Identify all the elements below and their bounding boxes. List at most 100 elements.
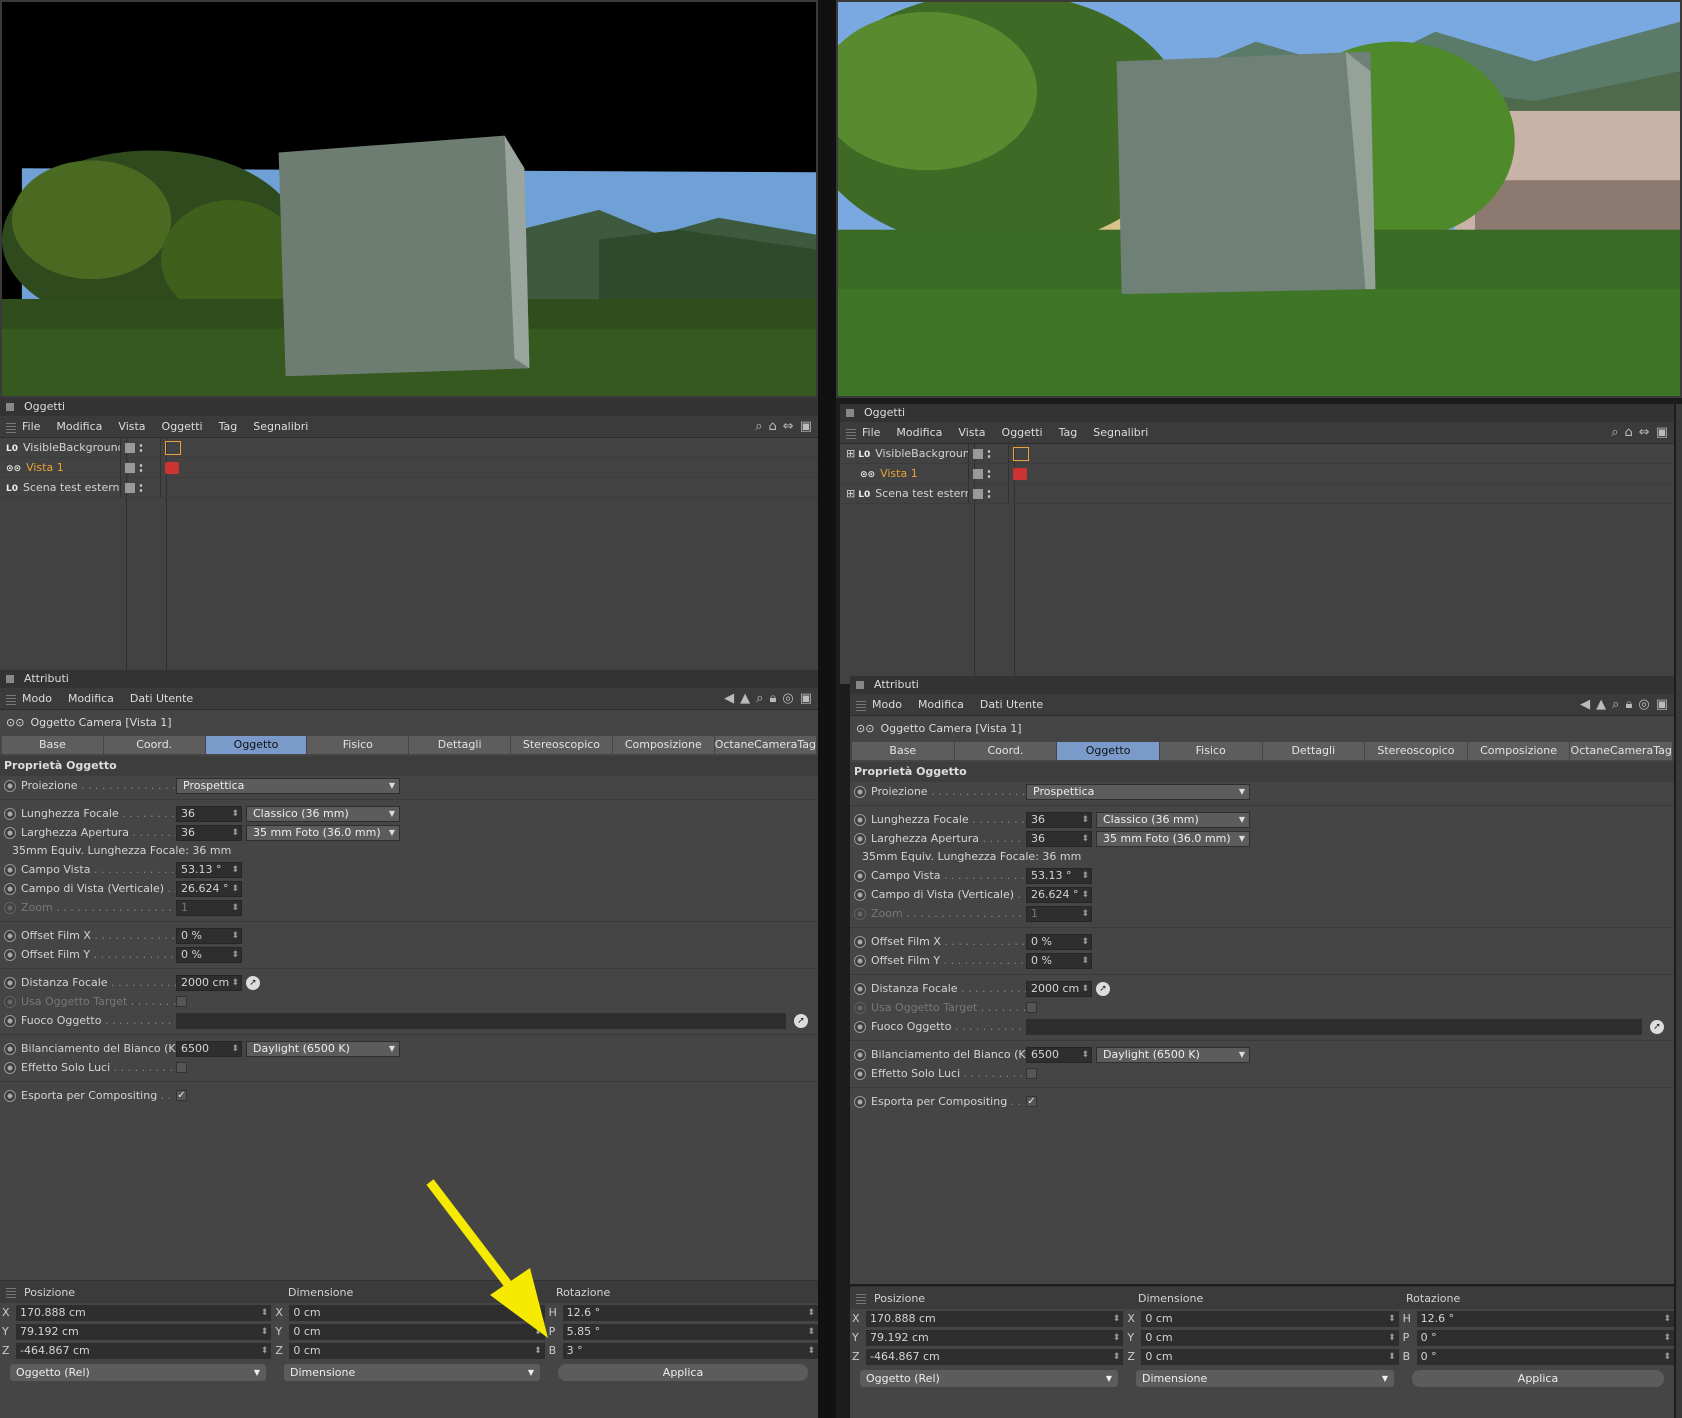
visibility-dots-icon[interactable] xyxy=(987,448,991,459)
bilanciamento-bianco-field[interactable]: 6500 xyxy=(1026,1046,1092,1063)
apply-button[interactable]: Applica xyxy=(1412,1370,1664,1387)
texture-tag-icon[interactable] xyxy=(165,440,181,455)
target-icon[interactable]: ◎ xyxy=(782,691,793,706)
object-row-visiblebackground[interactable]: L0 VisibleBackground xyxy=(0,438,818,458)
lunghezza-focale-field[interactable]: 36 xyxy=(1026,811,1092,828)
viewport-render-right[interactable] xyxy=(836,0,1682,398)
search-icon[interactable]: ⌕ xyxy=(1611,425,1618,440)
animate-radio-icon[interactable] xyxy=(4,1042,16,1055)
animate-radio-icon[interactable] xyxy=(4,826,16,839)
tab-dettagli[interactable]: Dettagli xyxy=(1262,742,1365,760)
animate-radio-icon[interactable] xyxy=(4,948,16,961)
larghezza-apertura-field[interactable]: 36 xyxy=(176,824,242,841)
distanza-focale-field[interactable]: 2000 cm xyxy=(1026,980,1092,997)
tab-base[interactable]: Base xyxy=(852,742,954,760)
pos-x-field[interactable]: 170.888 cm xyxy=(866,1310,1124,1327)
target-icon[interactable]: ◎ xyxy=(1638,697,1649,712)
new-window-icon[interactable]: ▣ xyxy=(800,419,812,434)
pos-y-field[interactable]: 79.192 cm xyxy=(16,1323,272,1340)
menu-tag[interactable]: Tag xyxy=(219,420,238,433)
dim-z-field[interactable]: 0 cm xyxy=(1141,1348,1399,1365)
offset-film-x-field[interactable]: 0 % xyxy=(176,927,242,944)
pos-x-field[interactable]: 170.888 cm xyxy=(16,1304,272,1321)
dim-y-field[interactable]: 0 cm xyxy=(289,1323,545,1340)
campo-vista-field[interactable]: 53.13 ° xyxy=(176,861,242,878)
fuoco-oggetto-link-field[interactable] xyxy=(176,1012,786,1029)
pick-cursor-icon[interactable]: ➚ xyxy=(794,1013,808,1028)
offset-film-y-field[interactable]: 0 % xyxy=(1026,952,1092,969)
texture-tag-icon[interactable] xyxy=(1013,446,1029,461)
tab-oggetto[interactable]: Oggetto xyxy=(205,736,307,754)
animate-radio-icon[interactable] xyxy=(854,785,866,798)
pos-z-field[interactable]: -464.867 cm xyxy=(16,1342,272,1359)
menu-modo[interactable]: Modo xyxy=(22,692,52,705)
campo-vista-verticale-field[interactable]: 26.624 ° xyxy=(1026,886,1092,903)
menu-modifica[interactable]: Modifica xyxy=(56,420,102,433)
animate-radio-icon[interactable] xyxy=(4,882,16,895)
animate-radio-icon[interactable] xyxy=(4,929,16,942)
coord-mode-dropdown[interactable]: Oggetto (Rel) xyxy=(10,1364,266,1381)
lunghezza-focale-field[interactable]: 36 xyxy=(176,805,242,822)
proiezione-dropdown[interactable]: Prospettica xyxy=(176,777,400,794)
dimension-mode-dropdown[interactable]: Dimensione xyxy=(284,1364,540,1381)
animate-radio-icon[interactable] xyxy=(854,935,866,948)
new-window-icon[interactable]: ▣ xyxy=(1656,697,1668,712)
home-icon[interactable]: ⌂ xyxy=(769,419,777,434)
object-row-visiblebackground[interactable]: ⊞ L0 VisibleBackground xyxy=(840,444,1674,464)
pos-y-field[interactable]: 79.192 cm xyxy=(866,1329,1124,1346)
object-row-vista-1[interactable]: ⊙⊙ Vista 1 xyxy=(0,458,818,478)
rot-h-field[interactable]: 12.6 ° xyxy=(1416,1310,1674,1327)
pos-z-field[interactable]: -464.867 cm xyxy=(866,1348,1124,1365)
grip-icon[interactable] xyxy=(846,426,856,439)
layer-icon[interactable] xyxy=(973,488,983,499)
object-row-scena-test-esterni[interactable]: L0 Scena test esterni xyxy=(0,478,818,498)
layer-icon[interactable] xyxy=(973,448,983,459)
new-window-icon[interactable]: ▣ xyxy=(1656,425,1668,440)
animate-radio-icon[interactable] xyxy=(4,1014,16,1027)
grip-icon[interactable] xyxy=(856,698,866,711)
tab-fisico[interactable]: Fisico xyxy=(1159,742,1262,760)
bilanciamento-bianco-field[interactable]: 6500 xyxy=(176,1040,242,1057)
menu-modo[interactable]: Modo xyxy=(872,698,902,711)
menu-oggetti[interactable]: Oggetti xyxy=(162,420,203,433)
tab-octanecameratag[interactable]: OctaneCameraTag xyxy=(1570,742,1672,760)
visibility-dots-icon[interactable] xyxy=(139,462,143,473)
animate-radio-icon[interactable] xyxy=(854,832,866,845)
animate-radio-icon[interactable] xyxy=(4,807,16,820)
layer-icon[interactable] xyxy=(125,442,135,453)
expand-icon[interactable]: ⊞ xyxy=(846,487,855,500)
lock-icon[interactable]: 🔒︎ xyxy=(769,691,776,706)
effetto-solo-luci-checkbox[interactable] xyxy=(1026,1068,1037,1079)
menu-dati-utente[interactable]: Dati Utente xyxy=(130,692,193,705)
rot-p-field[interactable]: 5.85 ° xyxy=(562,1323,818,1340)
animate-radio-icon[interactable] xyxy=(854,1067,866,1080)
offset-film-x-field[interactable]: 0 % xyxy=(1026,933,1092,950)
tab-composizione[interactable]: Composizione xyxy=(612,736,714,754)
tab-base[interactable]: Base xyxy=(2,736,103,754)
menu-vista[interactable]: Vista xyxy=(118,420,145,433)
visibility-dots-icon[interactable] xyxy=(139,442,143,453)
tab-composizione[interactable]: Composizione xyxy=(1467,742,1570,760)
back-arrow-icon[interactable]: ◀ xyxy=(724,691,734,706)
up-arrow-icon[interactable]: ▲ xyxy=(740,691,750,706)
pick-cursor-icon[interactable]: ➚ xyxy=(1096,981,1110,996)
animate-radio-icon[interactable] xyxy=(4,976,16,989)
proiezione-dropdown[interactable]: Prospettica xyxy=(1026,783,1250,800)
search-icon[interactable]: ⌕ xyxy=(756,691,763,706)
animate-radio-icon[interactable] xyxy=(4,1061,16,1074)
animate-radio-icon[interactable] xyxy=(854,813,866,826)
rot-p-field[interactable]: 0 ° xyxy=(1416,1329,1674,1346)
animate-radio-icon[interactable] xyxy=(854,869,866,882)
lock-icon[interactable]: 🔒︎ xyxy=(1625,697,1632,712)
menu-file[interactable]: File xyxy=(22,420,40,433)
rot-b-field[interactable]: 3 ° xyxy=(562,1342,818,1359)
grip-icon[interactable] xyxy=(6,420,16,433)
visibility-dots-icon[interactable] xyxy=(987,468,991,479)
animate-radio-icon[interactable] xyxy=(4,1089,16,1102)
distanza-focale-field[interactable]: 2000 cm xyxy=(176,974,242,991)
tab-dettagli[interactable]: Dettagli xyxy=(409,736,511,754)
dim-y-field[interactable]: 0 cm xyxy=(1141,1329,1399,1346)
animate-radio-icon[interactable] xyxy=(854,1020,866,1033)
home-icon[interactable]: ⌂ xyxy=(1625,425,1633,440)
esporta-compositing-checkbox[interactable]: ✓ xyxy=(176,1090,187,1101)
